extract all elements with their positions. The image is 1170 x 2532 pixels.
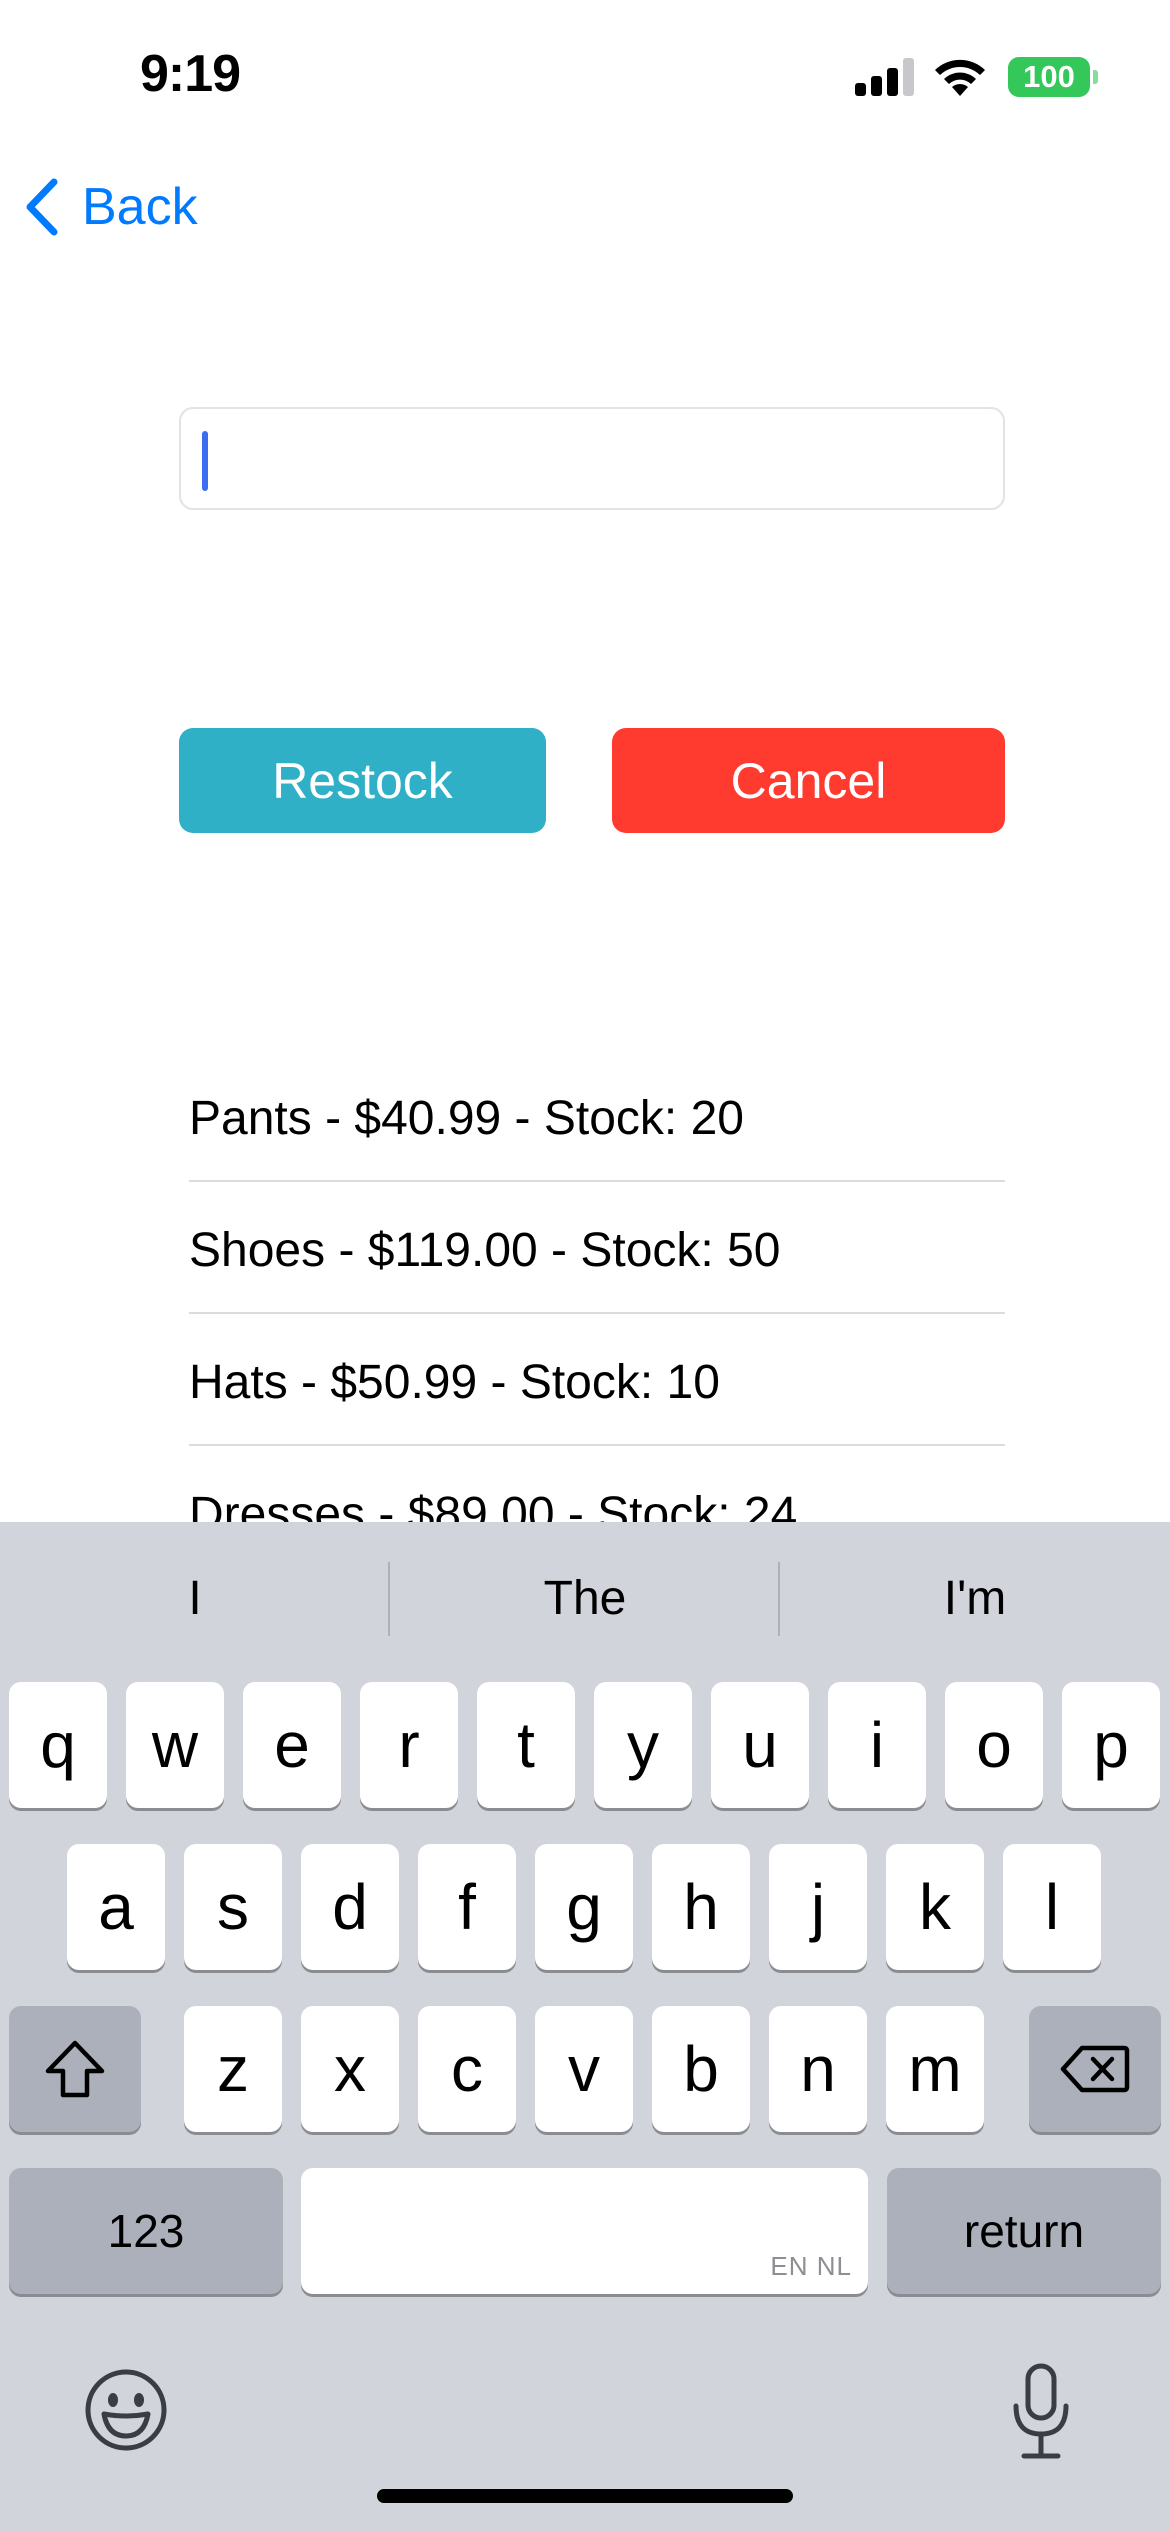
suggestion-divider <box>388 1562 390 1636</box>
key-i[interactable]: i <box>828 1682 926 1808</box>
key-v[interactable]: v <box>535 2006 633 2132</box>
key-u[interactable]: u <box>711 1682 809 1808</box>
backspace-icon <box>1060 2045 1130 2093</box>
key-p[interactable]: p <box>1062 1682 1160 1808</box>
key-q[interactable]: q <box>9 1682 107 1808</box>
key-d[interactable]: d <box>301 1844 399 1970</box>
key-n[interactable]: n <box>769 2006 867 2132</box>
key-e[interactable]: e <box>243 1682 341 1808</box>
key-c[interactable]: c <box>418 2006 516 2132</box>
suggestion-2[interactable]: The <box>392 1562 778 1636</box>
key-a[interactable]: a <box>67 1844 165 1970</box>
key-s[interactable]: s <box>184 1844 282 1970</box>
key-z[interactable]: z <box>184 2006 282 2132</box>
key-w[interactable]: w <box>126 1682 224 1808</box>
suggestion-3[interactable]: I'm <box>782 1562 1168 1636</box>
text-caret <box>202 431 208 491</box>
text-input[interactable] <box>179 407 1005 510</box>
wifi-icon <box>935 59 985 96</box>
chevron-left-icon <box>26 178 58 236</box>
return-key[interactable]: return <box>887 2168 1161 2294</box>
status-time: 9:19 <box>140 45 241 103</box>
list-item[interactable]: Pants - $40.99 - Stock: 20 <box>189 1050 1005 1182</box>
emoji-icon[interactable] <box>82 2366 170 2454</box>
key-y[interactable]: y <box>594 1682 692 1808</box>
shift-key[interactable] <box>9 2006 141 2132</box>
back-button[interactable]: Back <box>24 172 198 242</box>
battery-tip <box>1093 70 1098 84</box>
list-item[interactable]: Hats - $50.99 - Stock: 10 <box>189 1314 1005 1446</box>
home-indicator <box>377 2489 793 2503</box>
product-list: Pants - $40.99 - Stock: 20 Shoes - $119.… <box>189 1050 1005 1578</box>
key-r[interactable]: r <box>360 1682 458 1808</box>
key-j[interactable]: j <box>769 1844 867 1970</box>
list-item[interactable]: Shoes - $119.00 - Stock: 50 <box>189 1182 1005 1314</box>
back-label: Back <box>82 178 198 236</box>
backspace-key[interactable] <box>1029 2006 1161 2132</box>
key-k[interactable]: k <box>886 1844 984 1970</box>
signal-icon <box>855 58 915 96</box>
key-h[interactable]: h <box>652 1844 750 1970</box>
key-g[interactable]: g <box>535 1844 633 1970</box>
keyboard: I The I'm q w e r t y u i o p a s d f g … <box>0 1522 1170 2532</box>
status-bar: 9:19 100 <box>0 0 1170 150</box>
key-f[interactable]: f <box>418 1844 516 1970</box>
suggestion-bar: I The I'm <box>0 1522 1170 1678</box>
cancel-button[interactable]: Cancel <box>612 728 1005 833</box>
key-t[interactable]: t <box>477 1682 575 1808</box>
key-x[interactable]: x <box>301 2006 399 2132</box>
key-m[interactable]: m <box>886 2006 984 2132</box>
restock-button[interactable]: Restock <box>179 728 546 833</box>
suggestion-1[interactable]: I <box>2 1562 388 1636</box>
key-b[interactable]: b <box>652 2006 750 2132</box>
key-l[interactable]: l <box>1003 1844 1101 1970</box>
key-o[interactable]: o <box>945 1682 1043 1808</box>
shift-icon <box>45 2040 105 2098</box>
space-language-hint: EN NL <box>770 2251 852 2281</box>
numbers-key[interactable]: 123 <box>9 2168 283 2294</box>
space-key[interactable]: EN NL <box>301 2168 868 2294</box>
suggestion-divider <box>778 1562 780 1636</box>
microphone-icon[interactable] <box>1008 2362 1074 2462</box>
battery-icon: 100 <box>1008 57 1090 97</box>
